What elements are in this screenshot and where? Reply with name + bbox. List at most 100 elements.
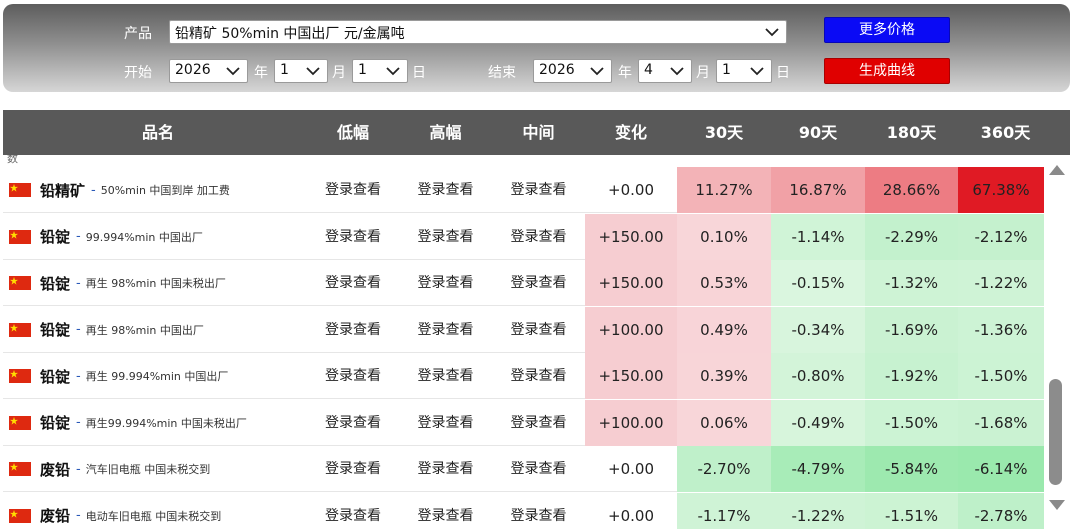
start-month-value: 1 [280, 62, 289, 78]
start-year-select[interactable]: 2026 [169, 59, 248, 83]
header-90d: 90天 [798, 123, 838, 142]
cell-high[interactable]: 登录查看 [399, 446, 492, 492]
china-flag-icon [9, 322, 31, 337]
china-flag-icon [9, 508, 31, 523]
cell-low[interactable]: 登录查看 [307, 307, 399, 353]
cell-360d: -1.68% [958, 399, 1044, 446]
cell-high[interactable]: 登录查看 [399, 400, 492, 446]
product-name[interactable]: 铅锭 [40, 412, 70, 433]
end-day-value: 1 [722, 62, 731, 78]
china-flag-icon [9, 415, 31, 430]
cell-high[interactable]: 登录查看 [399, 167, 492, 213]
filter-panel: 产品 铅精矿 50%min 中国出厂 元/金属吨 更多价格 开始 2026 年 … [3, 4, 1070, 92]
end-month-select[interactable]: 4 [638, 59, 692, 83]
table-row[interactable]: 铅锭 - 再生 99.994%min 中国出厂 登录查看 登录查看 登录查看 +150.00… [3, 353, 1044, 399]
cell-mid[interactable]: 登录查看 [492, 446, 585, 492]
chevron-down-icon [226, 67, 240, 76]
product-description: 汽车旧电瓶 中国未税交到 [85, 463, 211, 476]
table-row[interactable]: 废铅 - 电动车旧电瓶 中国未税交到 登录查看 登录查看 登录查看 +0.00 -1.17% -… [3, 492, 1044, 529]
start-day-select[interactable]: 1 [352, 59, 408, 83]
cell-mid[interactable]: 登录查看 [492, 214, 585, 260]
cell-low[interactable]: 登录查看 [307, 167, 399, 213]
cell-mid[interactable]: 登录查看 [492, 167, 585, 213]
more-prices-button[interactable]: 更多价格 [824, 17, 950, 43]
product-select[interactable]: 铅精矿 50%min 中国出厂 元/金属吨 [169, 20, 787, 44]
cell-mid[interactable]: 登录查看 [492, 260, 585, 306]
cell-90d: -0.49% [771, 399, 865, 446]
cell-low[interactable]: 登录查看 [307, 446, 399, 492]
chevron-down-icon [750, 67, 764, 76]
chevron-down-icon [670, 67, 684, 76]
product-description: 再生 98%min 中国出厂 [85, 323, 204, 337]
scroll-down-arrow-icon[interactable] [1049, 500, 1065, 510]
product-label: 产品 [124, 26, 152, 42]
product-description: 再生 98%min 中国未税出厂 [85, 277, 226, 290]
product-name[interactable]: 铅锭 [40, 319, 70, 340]
scroll-up-arrow-icon[interactable] [1049, 165, 1065, 175]
scrollbar-thumb[interactable] [1049, 379, 1062, 485]
table-row[interactable]: 铅锭 - 再生 98%min 中国未税出厂 登录查看 登录查看 登录查看 +150.00 0.… [3, 260, 1044, 306]
cell-30d: 0.53% [677, 260, 771, 306]
product-name-cell: 废铅 - 电动车旧电瓶 中国未税交到 [3, 493, 303, 529]
start-month-select[interactable]: 1 [274, 59, 328, 83]
name-separator: - [76, 322, 81, 337]
product-name[interactable]: 铅锭 [40, 366, 70, 387]
cell-low[interactable]: 登录查看 [307, 400, 399, 446]
table-row[interactable]: 废铅 - 汽车旧电瓶 中国未税交到 登录查看 登录查看 登录查看 +0.00 -2.70% -4… [3, 446, 1044, 492]
product-name[interactable]: 铅精矿 [40, 180, 85, 201]
cell-high[interactable]: 登录查看 [399, 260, 492, 306]
cell-high[interactable]: 登录查看 [399, 214, 492, 260]
table-row[interactable]: 铅锭 - 再生99.994%min 中国未税出厂 登录查看 登录查看 登录查看 +100.0… [3, 399, 1044, 446]
start-year-unit: 年 [254, 65, 268, 81]
name-separator: - [76, 461, 81, 477]
cell-mid[interactable]: 登录查看 [492, 307, 585, 353]
name-separator: - [76, 229, 81, 244]
cell-low[interactable]: 登录查看 [307, 214, 399, 260]
table-row[interactable]: 铅锭 - 再生 98%min 中国出厂 登录查看 登录查看 登录查看 +100.00 0.49… [3, 306, 1044, 353]
cell-low[interactable]: 登录查看 [307, 260, 399, 306]
end-year-select[interactable]: 2026 [533, 59, 612, 83]
cell-180d: -1.32% [865, 260, 958, 306]
product-name-cell: 废铅 - 汽车旧电瓶 中国未税交到 [3, 446, 303, 492]
product-name[interactable]: 废铅 [40, 505, 70, 526]
product-name-cell: 铅锭 - 再生 99.994%min 中国出厂 [3, 353, 303, 399]
product-name[interactable]: 废铅 [40, 459, 70, 480]
cell-180d: -5.84% [865, 446, 958, 492]
product-description: 99.994%min 中国出厂 [85, 230, 203, 244]
cell-90d: -4.79% [771, 446, 865, 492]
cell-low[interactable]: 登录查看 [307, 493, 399, 529]
cell-30d: -1.17% [677, 492, 771, 529]
product-name-cell: 铅锭 - 再生 98%min 中国出厂 [3, 307, 303, 353]
start-day-value: 1 [358, 62, 367, 78]
cell-mid[interactable]: 登录查看 [492, 493, 585, 529]
name-separator: - [76, 508, 81, 523]
cell-high[interactable]: 登录查看 [399, 493, 492, 529]
cell-180d: -1.51% [865, 492, 958, 529]
china-flag-icon [9, 369, 31, 383]
start-label: 开始 [124, 65, 152, 81]
header-360d: 360天 [980, 123, 1031, 142]
product-description: 50%min 中国到岸 加工费 [100, 184, 230, 197]
china-flag-icon [9, 276, 31, 290]
cell-change: +0.00 [608, 181, 654, 199]
product-name[interactable]: 铅锭 [40, 226, 70, 247]
cell-90d: -0.15% [771, 260, 865, 306]
cell-180d: -1.50% [865, 399, 958, 446]
product-name[interactable]: 铅锭 [40, 273, 70, 294]
generate-curve-button[interactable]: 生成曲线 [824, 58, 950, 84]
end-day-select[interactable]: 1 [716, 59, 772, 83]
table-row[interactable]: 铅精矿 -50%min 中国到岸 加工费 登录查看 登录查看 登录查看 +0.00 11.2… [3, 167, 1044, 213]
cell-change: +150.00 [585, 260, 677, 306]
vertical-scrollbar[interactable] [1044, 155, 1070, 529]
cell-high[interactable]: 登录查看 [399, 353, 492, 399]
cell-180d: -1.92% [865, 353, 958, 399]
cell-high[interactable]: 登录查看 [399, 307, 492, 353]
cell-360d: -6.14% [958, 446, 1044, 492]
cell-low[interactable]: 登录查看 [307, 353, 399, 399]
table-body: 数 铅精矿 -50%min 中国到岸 加工费 登录查看 登录查看 登录查看 +0.00 11… [3, 155, 1044, 529]
cell-mid[interactable]: 登录查看 [492, 400, 585, 446]
cell-mid[interactable]: 登录查看 [492, 353, 585, 399]
table-row[interactable]: 铅锭 -99.994%min 中国出厂 登录查看 登录查看 登录查看 +150.00 0.1… [3, 213, 1044, 260]
product-name-cell: 铅精矿 -50%min 中国到岸 加工费 [3, 167, 303, 213]
product-description: 电动车旧电瓶 中国未税交到 [85, 509, 222, 523]
